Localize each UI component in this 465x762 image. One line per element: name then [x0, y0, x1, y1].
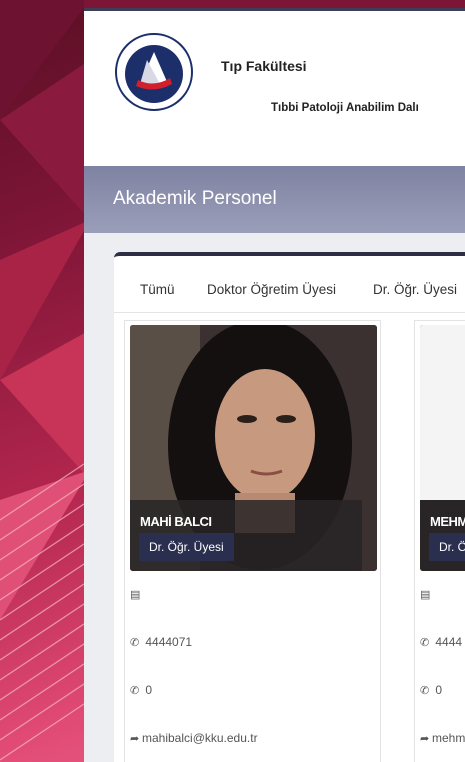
office-row: ▤ [130, 587, 142, 601]
staff-email[interactable]: mahibalci@kku.edu.tr [142, 731, 258, 745]
share-icon: ➦ [420, 733, 430, 745]
staff-role-badge: Dr. Öğr. Üyesi [139, 533, 234, 561]
logo-emblem-icon [115, 33, 193, 111]
staff-photo: MAHİ BALCI Dr. Öğr. Üyesi [130, 325, 377, 571]
tab-dr-ogr-uyesi[interactable]: Dr. Öğr. Üyesi [373, 282, 457, 297]
department-name: Tıbbi Patoloji Anabilim Dalı [271, 102, 419, 114]
top-bar [84, 0, 465, 8]
staff-namebox: MAHİ BALCI Dr. Öğr. Üyesi [130, 500, 362, 571]
staff-phone-2: 0 [145, 683, 153, 697]
filter-tabs: Tümü Doktor Öğretim Üyesi Dr. Öğr. Üyesi [114, 256, 465, 313]
phone-row: ✆ 4444071 [130, 635, 192, 649]
phone-row: ✆ 4444 [420, 635, 462, 649]
site-header: Tıp Fakültesi Tıbbi Patoloji Anabilim Da… [84, 8, 465, 169]
staff-namebox: MEHM Dr. Ö [420, 500, 465, 571]
office-row: ▤ [420, 587, 432, 601]
tab-all[interactable]: Tümü [140, 282, 175, 297]
tab-doctor-faculty-member[interactable]: Doktor Öğretim Üyesi [207, 282, 336, 297]
staff-photo: MEHM Dr. Ö [420, 325, 465, 571]
staff-phone: 4444 [435, 635, 463, 649]
page: Tıp Fakültesi Tıbbi Patoloji Anabilim Da… [84, 8, 465, 762]
staff-card[interactable]: MEHM Dr. Ö ▤ ✆ 4444 ✆ 0 ➦ mehm [414, 320, 465, 762]
building-icon: ▤ [420, 589, 431, 601]
phone-icon: ✆ [130, 637, 140, 649]
page-banner: Akademik Personel [84, 166, 465, 233]
phone2-row: ✆ 0 [130, 683, 152, 697]
phone-icon: ✆ [130, 685, 140, 697]
staff-phone: 4444071 [145, 635, 193, 649]
staff-role-badge: Dr. Ö [429, 533, 465, 561]
phone-icon: ✆ [420, 637, 430, 649]
staff-phone-2: 0 [435, 683, 443, 697]
phone-icon: ✆ [420, 685, 430, 697]
building-icon: ▤ [130, 589, 141, 601]
background-pattern [0, 0, 90, 762]
staff-email[interactable]: mehm [432, 731, 465, 745]
phone2-row: ✆ 0 [420, 683, 442, 697]
staff-panel: Tümü Doktor Öğretim Üyesi Dr. Öğr. Üyesi [114, 252, 465, 762]
staff-card[interactable]: MAHİ BALCI Dr. Öğr. Üyesi ▤ ✆ 4444071 ✆ … [124, 320, 381, 762]
email-row[interactable]: ➦ mahibalci@kku.edu.tr [130, 731, 258, 745]
faculty-name: Tıp Fakültesi [221, 58, 307, 74]
page-title: Akademik Personel [113, 188, 277, 209]
email-row[interactable]: ➦ mehm [420, 731, 465, 745]
staff-name[interactable]: MAHİ BALCI [140, 514, 212, 529]
share-icon: ➦ [130, 733, 140, 745]
staff-name[interactable]: MEHM [430, 514, 465, 529]
university-logo[interactable] [114, 32, 194, 112]
